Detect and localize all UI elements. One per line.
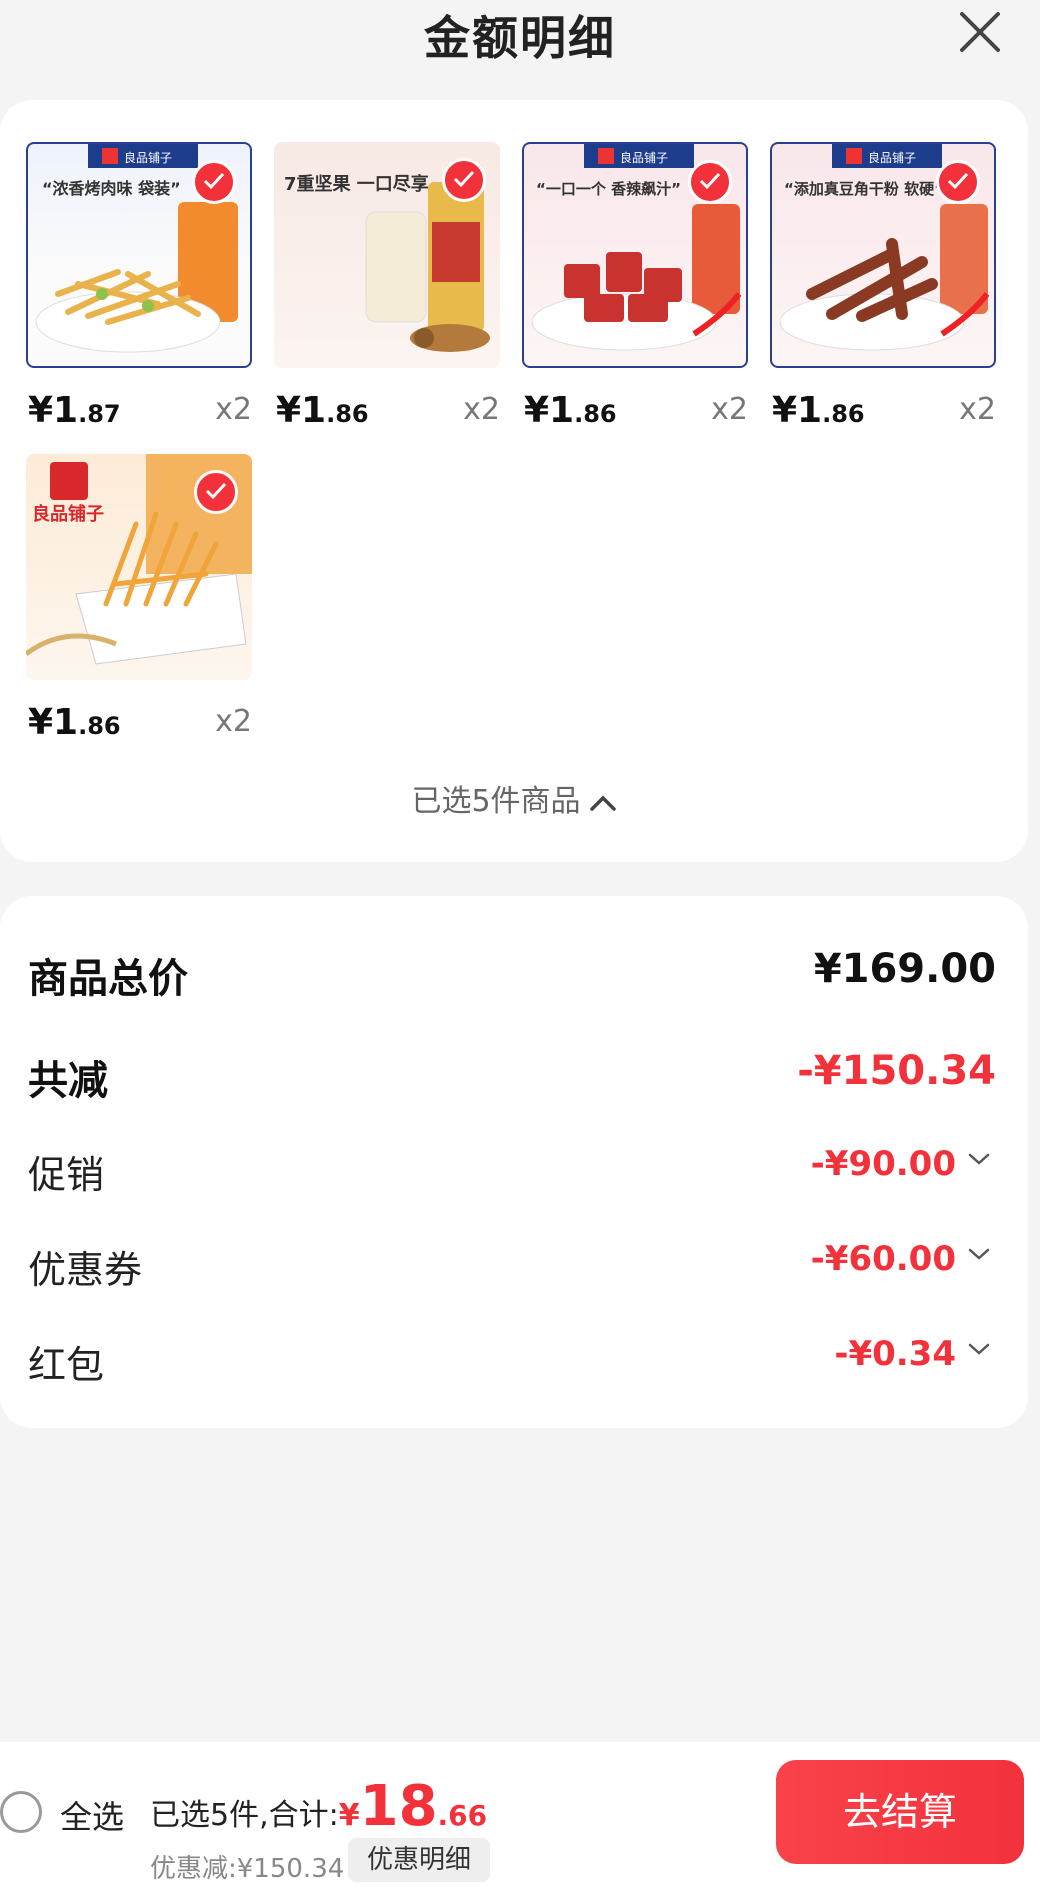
total-price-value: ¥169.00: [813, 946, 996, 992]
brand-logo-text: 良品铺子: [32, 503, 104, 525]
product-price: ¥1.86: [276, 390, 369, 431]
discount-detail-button[interactable]: 优惠明细: [348, 1838, 490, 1882]
promotion-value: -¥90.00: [810, 1144, 956, 1184]
page-title: 金额明细: [424, 11, 616, 65]
product-item[interactable]: 良品铺子 “浓香烤肉味 袋装” ¥1.87 x2: [26, 142, 252, 431]
product-image: 良品铺子 “一口一个 香辣飙汁”: [522, 142, 748, 368]
chevron-down-icon: [968, 1248, 990, 1260]
amount-summary-card: 商品总价 ¥169.00 共减 -¥150.34 促销 -¥90.00 优惠券 …: [0, 896, 1028, 1428]
total-reduce-value: -¥150.34: [797, 1048, 996, 1094]
checked-icon[interactable]: [688, 160, 732, 204]
total-currency: ¥: [338, 1798, 360, 1833]
discount-summary: 优惠减:¥150.34: [150, 1854, 345, 1884]
product-quantity: x2: [711, 392, 748, 427]
product-price: ¥1.86: [28, 702, 121, 743]
product-banner: “一口一个 香辣飙汁”: [536, 180, 681, 198]
product-item[interactable]: 良品铺子 “一口一个 香辣飙汁” ¥1.86 x2: [522, 142, 748, 431]
checkout-button[interactable]: 去结算: [776, 1760, 1024, 1864]
promotion-label: 促销: [28, 1153, 105, 1197]
brand-logo-text: 良品铺子: [620, 150, 668, 165]
product-quantity: x2: [463, 392, 500, 427]
coupon-value: -¥60.00: [810, 1239, 956, 1279]
product-banner: “浓香烤肉味 袋装”: [42, 179, 181, 198]
checkout-bar: 全选 已选5件,合计:¥18.66 优惠减:¥150.34 优惠明细 去结算: [0, 1742, 1040, 1894]
product-quantity: x2: [215, 704, 252, 739]
total-price-label: 商品总价: [28, 956, 188, 1002]
chevron-down-icon: [968, 1153, 990, 1165]
red-packet-label: 红包: [28, 1343, 105, 1387]
selected-count-label: 已选5件商品: [411, 784, 581, 819]
total-decimal: .66: [437, 1799, 488, 1832]
product-image: 7重坚果 一口尽享: [274, 142, 500, 368]
product-price: ¥1.86: [772, 390, 865, 431]
product-image: 良品铺子 “浓香烤肉味 袋装”: [26, 142, 252, 368]
chevron-up-icon: [589, 795, 616, 811]
total-prefix: 已选5件,合计:: [150, 1798, 339, 1833]
select-all-label[interactable]: 全选: [60, 1792, 124, 1838]
product-banner: “添加真豆角干粉 软硬”: [784, 180, 944, 198]
coupon-label: 优惠券: [28, 1248, 143, 1292]
checked-icon[interactable]: [194, 470, 238, 514]
product-item[interactable]: 良品铺子 ¥1.86 x2: [26, 454, 252, 743]
brand-logo-text: 良品铺子: [868, 150, 916, 165]
product-price: ¥1.87: [28, 390, 121, 431]
product-quantity: x2: [959, 392, 996, 427]
selected-products-card: 良品铺子 “浓香烤肉味 袋装” ¥1.87 x2 7重坚果 一口尽享 ¥1.86…: [0, 100, 1028, 862]
total-integer: 18: [359, 1774, 438, 1839]
product-banner: 7重坚果 一口尽享: [284, 173, 429, 195]
close-icon[interactable]: [954, 6, 1006, 58]
product-price: ¥1.86: [524, 390, 617, 431]
product-image: 良品铺子 “添加真豆角干粉 软硬”: [770, 142, 996, 368]
total-reduce-label: 共减: [28, 1058, 108, 1104]
product-item[interactable]: 7重坚果 一口尽享 ¥1.86 x2: [274, 142, 500, 431]
chevron-down-icon: [968, 1343, 990, 1355]
collapse-toggle[interactable]: 已选5件商品: [0, 776, 1028, 820]
product-item[interactable]: 良品铺子 “添加真豆角干粉 软硬” ¥1.86 x2: [770, 142, 996, 431]
checked-icon[interactable]: [936, 160, 980, 204]
checked-icon[interactable]: [442, 158, 486, 202]
product-image: 良品铺子: [26, 454, 252, 680]
select-all-radio[interactable]: [0, 1791, 42, 1833]
product-quantity: x2: [215, 392, 252, 427]
total-summary: 已选5件,合计:¥18.66: [150, 1774, 487, 1839]
brand-logo-text: 良品铺子: [124, 150, 172, 165]
checked-icon[interactable]: [192, 160, 236, 204]
red-packet-value: -¥0.34: [834, 1334, 956, 1374]
sheet-header: 金额明细: [0, 0, 1040, 70]
